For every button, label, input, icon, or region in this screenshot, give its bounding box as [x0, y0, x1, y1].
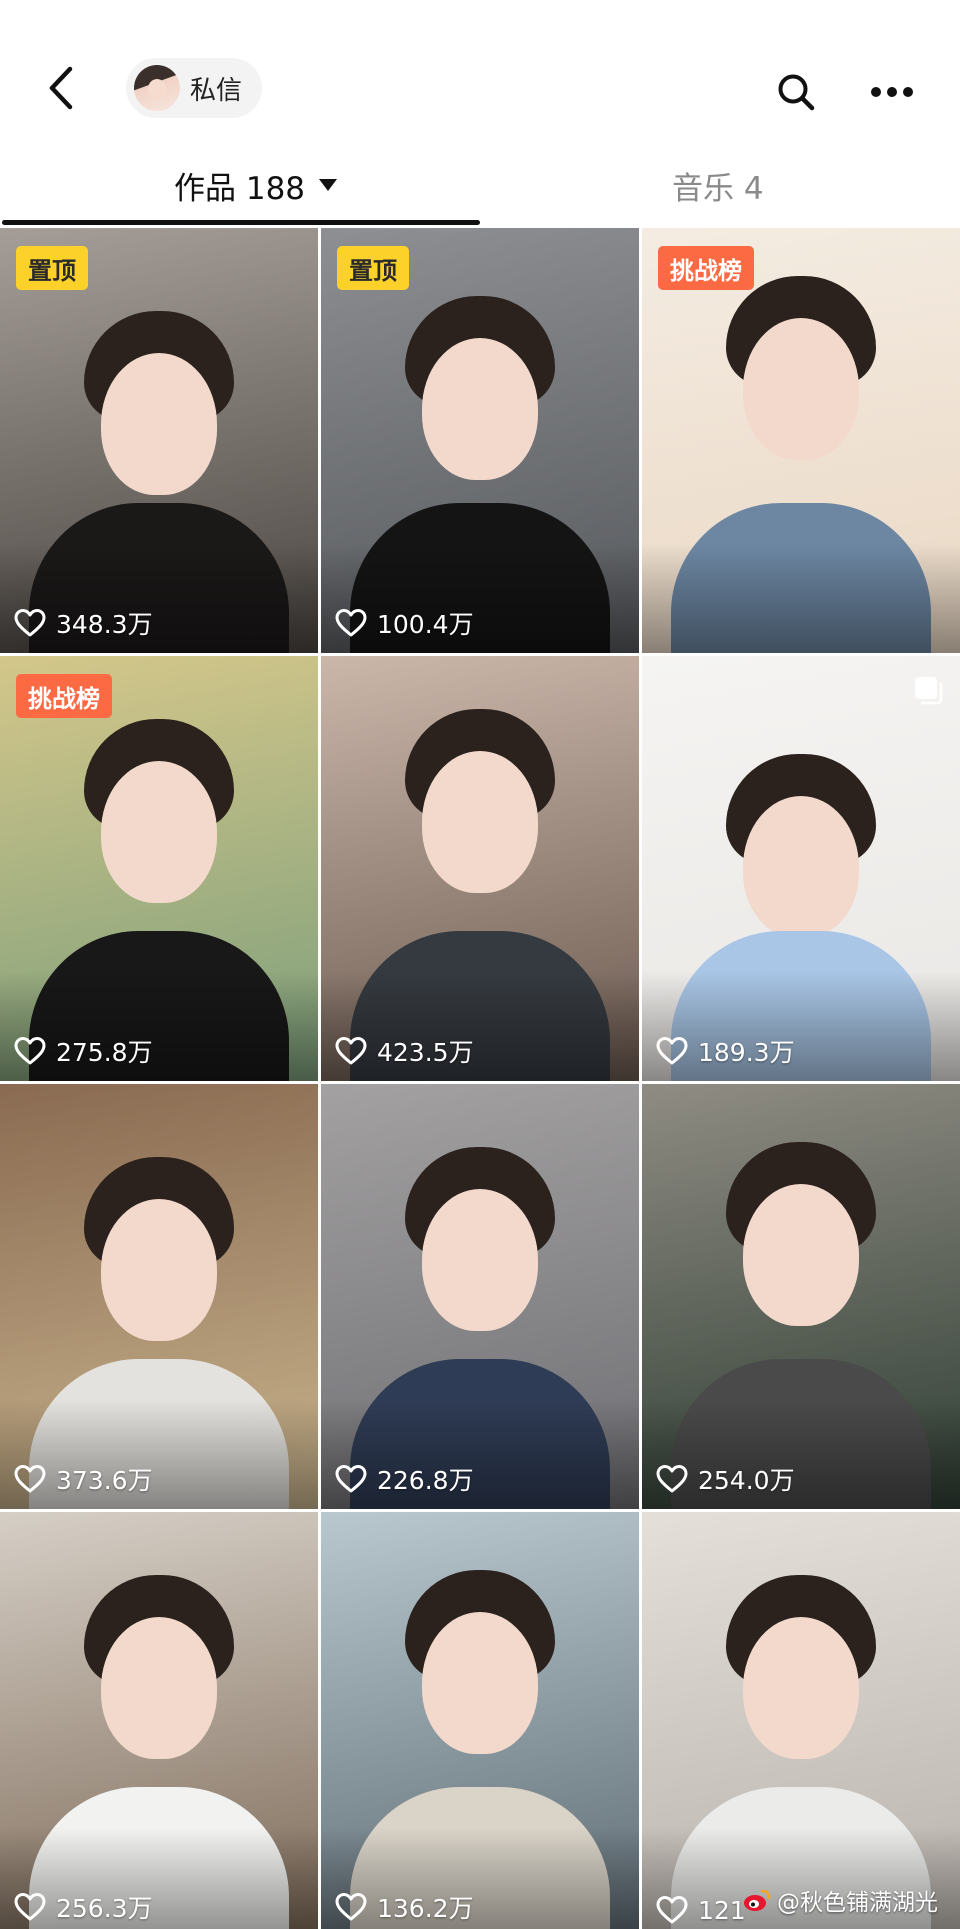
- tab-works[interactable]: 作品 188: [174, 162, 338, 208]
- avatar: [134, 65, 180, 111]
- challenge-chart-badge: 挑战榜: [16, 674, 112, 718]
- thumbnail-figure-face: [422, 338, 538, 480]
- video-tile[interactable]: 挑战榜 275.8万: [0, 656, 318, 1081]
- caret-down-icon: [319, 179, 338, 191]
- like-count-value: 275.8万: [56, 1038, 153, 1067]
- thumbnail-figure-face: [422, 751, 538, 893]
- like-count: 121: [656, 1895, 746, 1925]
- watermark: @秋色铺满湖光: [743, 1883, 938, 1917]
- image-set-icon: [915, 677, 943, 705]
- tab-music[interactable]: 音乐 4: [672, 162, 764, 208]
- active-tab-indicator: [2, 220, 480, 225]
- heart-icon: [335, 1893, 367, 1921]
- video-tile[interactable]: 189.3万: [642, 656, 960, 1081]
- heart-icon: [14, 609, 46, 637]
- thumbnail-figure-face: [101, 1617, 217, 1759]
- video-tile[interactable]: 373.6万: [0, 1084, 318, 1509]
- video-tile[interactable]: 423.5万: [321, 656, 639, 1081]
- like-count: 189.3万: [656, 1033, 795, 1069]
- heart-icon: [335, 609, 367, 637]
- like-count: 348.3万: [14, 605, 153, 641]
- search-icon: [778, 74, 815, 111]
- like-count: 136.2万: [335, 1889, 474, 1925]
- like-count-value: 121: [698, 1895, 746, 1925]
- like-count-value: 189.3万: [698, 1038, 795, 1067]
- heart-icon: [335, 1465, 367, 1493]
- direct-message-label: 私信: [190, 75, 243, 106]
- like-count-value: 256.3万: [56, 1894, 153, 1923]
- video-tile[interactable]: 136.2万: [321, 1512, 639, 1929]
- heart-icon: [335, 1037, 367, 1065]
- tab-works-label: 作品 188: [174, 170, 306, 207]
- like-count-value: 348.3万: [56, 610, 153, 639]
- video-tile[interactable]: 254.0万: [642, 1084, 960, 1509]
- thumbnail-shade: [642, 543, 960, 653]
- video-grid: 置顶 348.3万 置顶 100.4万 挑战榜 挑战榜 275.8万 423.5万 189.3万…: [0, 228, 960, 1929]
- more-button[interactable]: [862, 64, 922, 120]
- thumbnail-figure-face: [101, 1199, 217, 1341]
- like-count-value: 254.0万: [698, 1466, 795, 1495]
- top-bar: 私信: [0, 0, 960, 148]
- heart-icon: [14, 1465, 46, 1493]
- profile-tabs: 作品 188 音乐 4: [0, 148, 960, 228]
- watermark-text: @秋色铺满湖光: [777, 1890, 938, 1916]
- like-count: 226.8万: [335, 1461, 474, 1497]
- pinned-badge: 置顶: [337, 246, 409, 290]
- thumbnail-figure-face: [422, 1612, 538, 1754]
- like-count: 275.8万: [14, 1033, 153, 1069]
- video-tile[interactable]: 挑战榜: [642, 228, 960, 653]
- direct-message-button[interactable]: 私信: [126, 58, 263, 118]
- thumbnail-figure-face: [422, 1189, 538, 1331]
- like-count: 256.3万: [14, 1889, 153, 1925]
- thumbnail-figure-face: [743, 1184, 859, 1326]
- thumbnail-figure-face: [743, 796, 859, 938]
- thumbnail-figure-face: [743, 318, 859, 460]
- like-count-value: 100.4万: [377, 610, 474, 639]
- tab-music-label: 音乐 4: [672, 170, 764, 207]
- like-count: 373.6万: [14, 1461, 153, 1497]
- like-count-value: 423.5万: [377, 1038, 474, 1067]
- search-button[interactable]: [768, 64, 824, 120]
- thumbnail-figure-face: [101, 353, 217, 495]
- thumbnail-figure-face: [101, 761, 217, 903]
- back-button[interactable]: [36, 58, 86, 118]
- like-count: 100.4万: [335, 605, 474, 641]
- pinned-badge: 置顶: [16, 246, 88, 290]
- video-tile[interactable]: 置顶 348.3万: [0, 228, 318, 653]
- video-tile[interactable]: 121: [642, 1512, 960, 1929]
- video-tile[interactable]: 256.3万: [0, 1512, 318, 1929]
- thumbnail-figure-face: [743, 1617, 859, 1759]
- like-count: 423.5万: [335, 1033, 474, 1069]
- like-count-value: 373.6万: [56, 1466, 153, 1495]
- chevron-left-icon: [49, 66, 73, 110]
- like-count-value: 136.2万: [377, 1894, 474, 1923]
- heart-icon: [656, 1037, 688, 1065]
- heart-icon: [14, 1037, 46, 1065]
- like-count-value: 226.8万: [377, 1466, 474, 1495]
- heart-icon: [14, 1893, 46, 1921]
- challenge-chart-badge: 挑战榜: [658, 246, 754, 290]
- like-count: 254.0万: [656, 1461, 795, 1497]
- more-horizontal-icon: [871, 87, 913, 97]
- video-tile[interactable]: 226.8万: [321, 1084, 639, 1509]
- video-tile[interactable]: 置顶 100.4万: [321, 228, 639, 653]
- heart-icon: [656, 1896, 688, 1924]
- heart-icon: [656, 1465, 688, 1493]
- weibo-icon: [744, 1889, 771, 1911]
